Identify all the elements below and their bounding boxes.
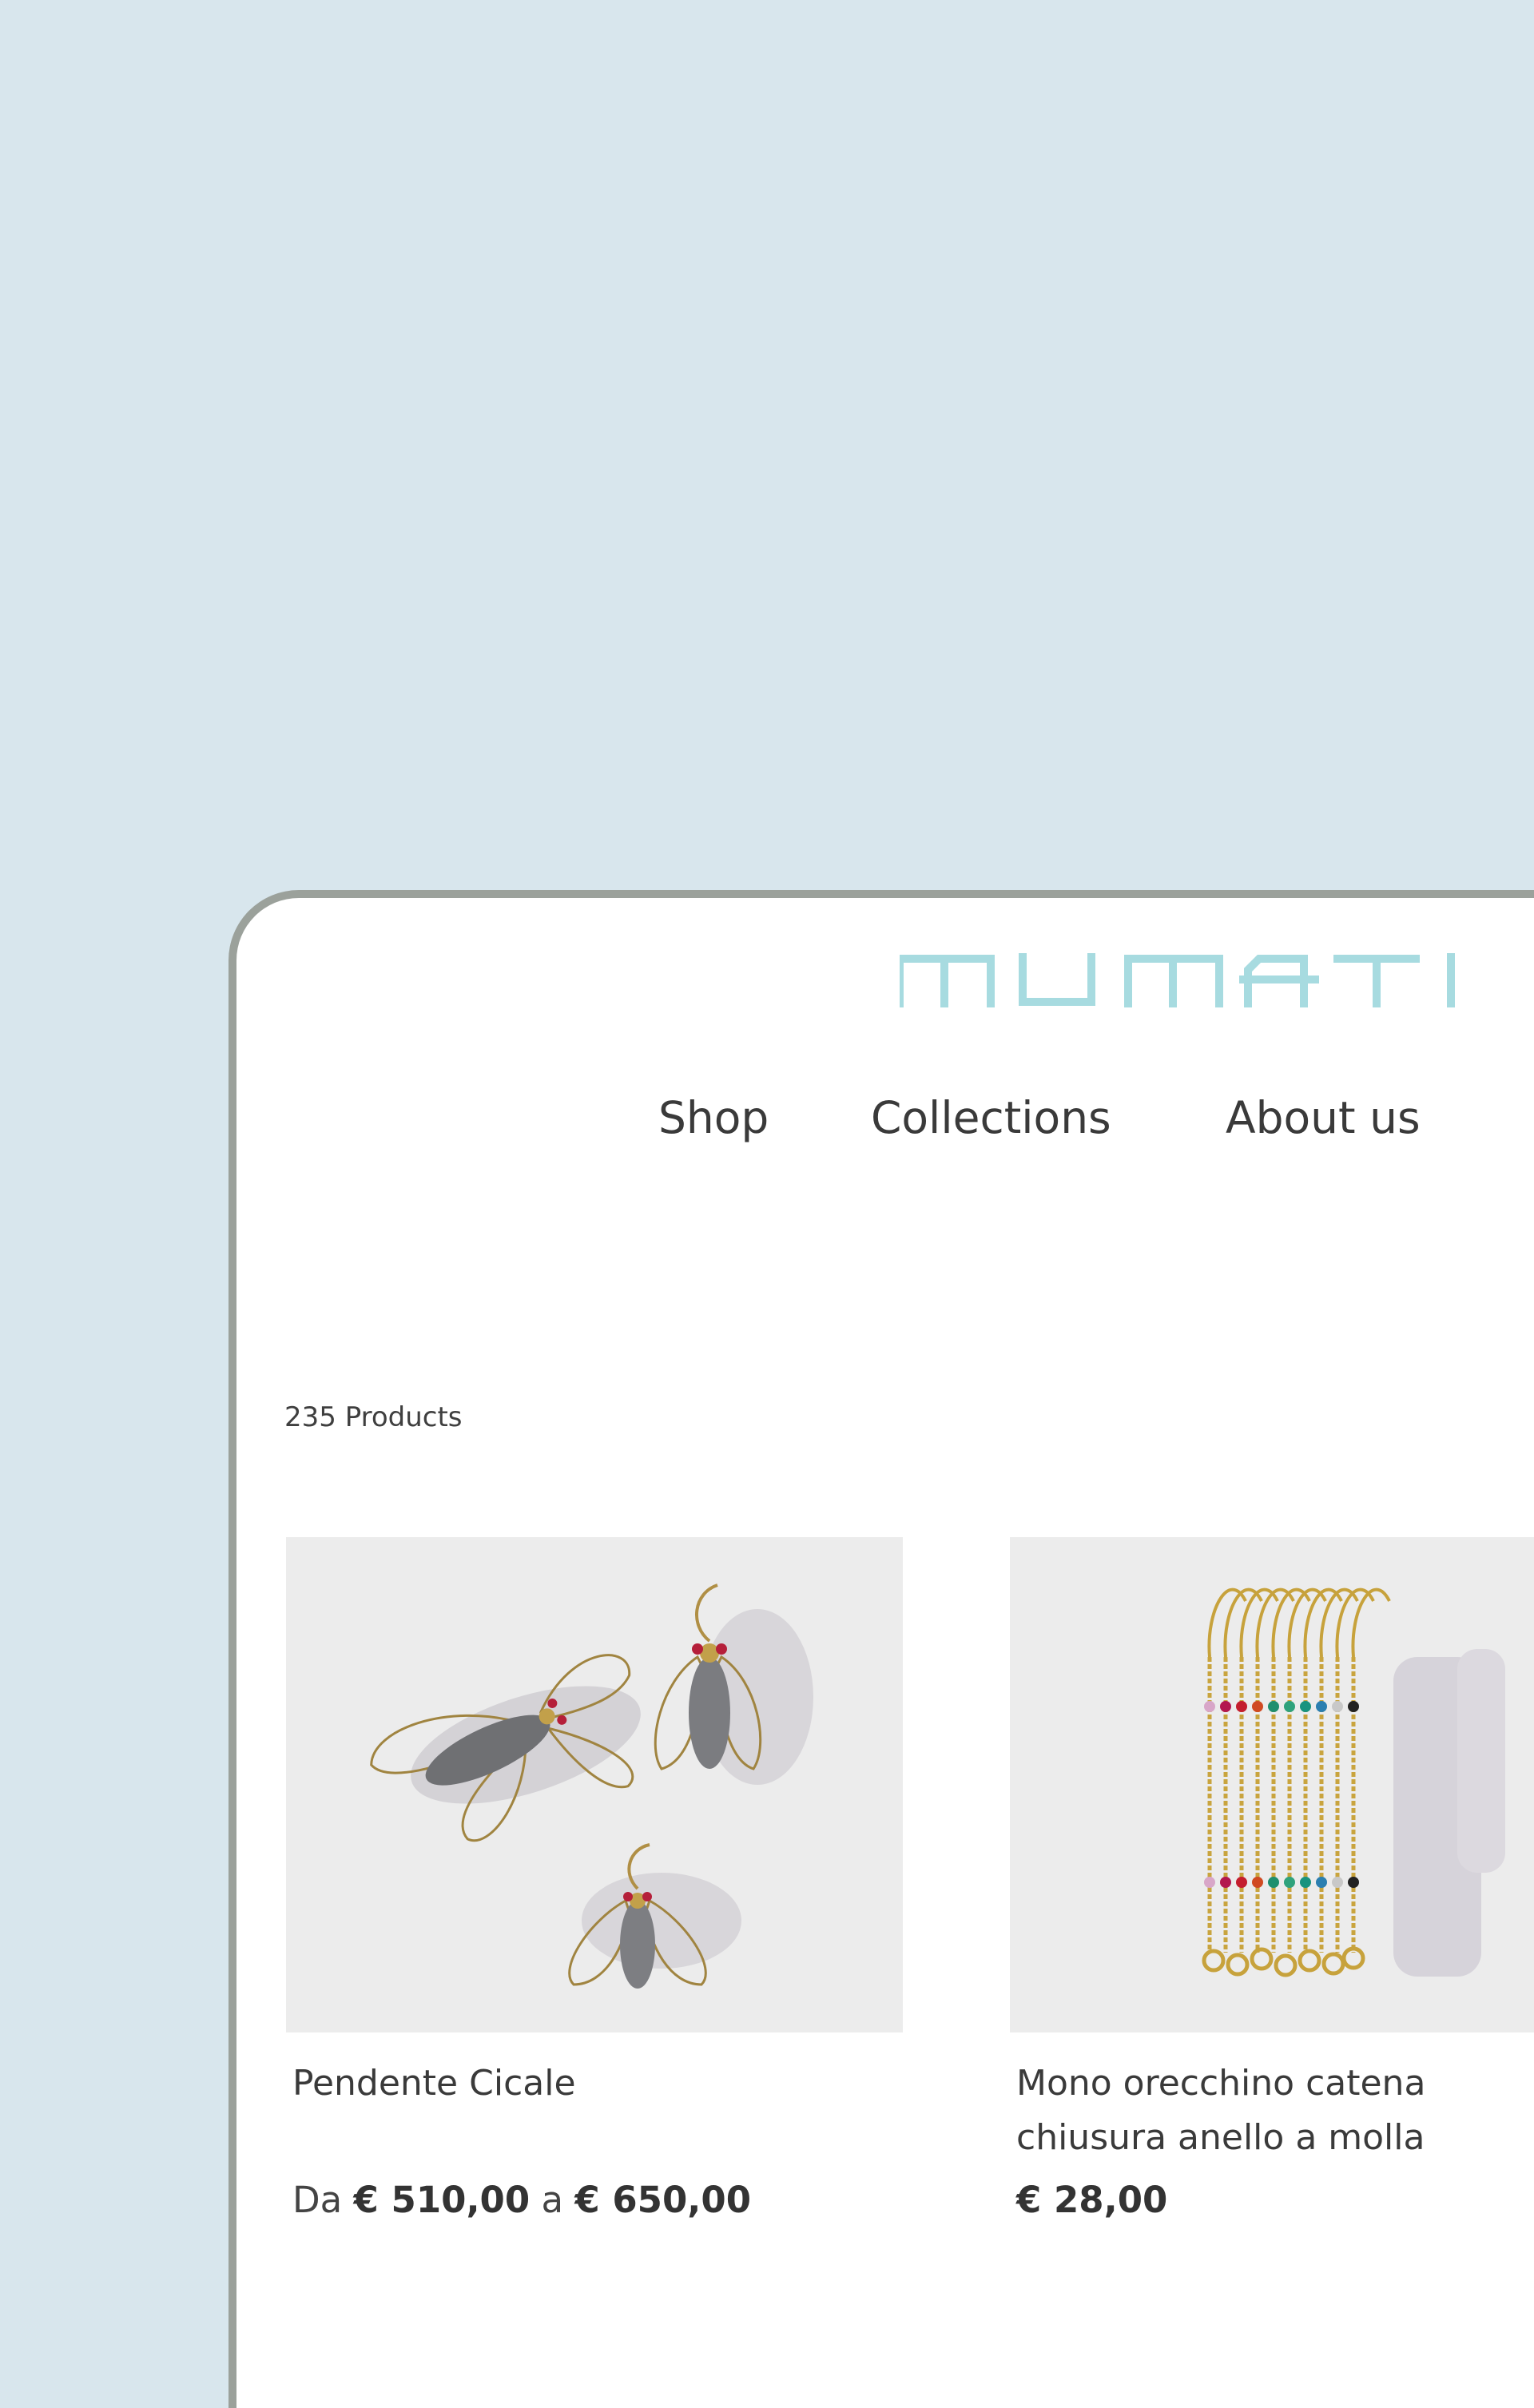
nav-item-about-us[interactable]: About us (1226, 1086, 1421, 1150)
device-frame: Shop Collections About us 235 Products P… (229, 890, 1534, 2408)
product-image[interactable] (1010, 1537, 1534, 2032)
screen: Shop Collections About us 235 Products P… (236, 898, 1534, 2408)
cicada-pendant-image (370, 1583, 813, 1989)
product-price: Da € 510,00 a € 650,00 (292, 2176, 751, 2224)
price-to: € 650,00 (574, 2179, 752, 2221)
nav-item-shop[interactable]: Shop (658, 1086, 769, 1150)
nav-item-collections[interactable]: Collections (871, 1086, 1111, 1150)
price: € 28,00 (1016, 2179, 1168, 2221)
price-from: € 510,00 (353, 2179, 531, 2221)
main-nav: Shop Collections About us (236, 1086, 1534, 1150)
product-price: € 28,00 (1016, 2176, 1167, 2224)
logo-mark (896, 953, 1455, 1007)
chain-earrings-image (1202, 1587, 1505, 1977)
product-name[interactable]: Mono orecchino catena chiusura anello a … (1016, 2056, 1496, 2165)
brand-logo[interactable] (896, 952, 1534, 1008)
product-name[interactable]: Pendente Cicale (292, 2056, 772, 2111)
product-image[interactable] (286, 1537, 903, 2032)
price-prefix: Da (292, 2179, 343, 2221)
product-count: 235 Products (284, 1401, 463, 1433)
price-separator: a (541, 2179, 564, 2221)
